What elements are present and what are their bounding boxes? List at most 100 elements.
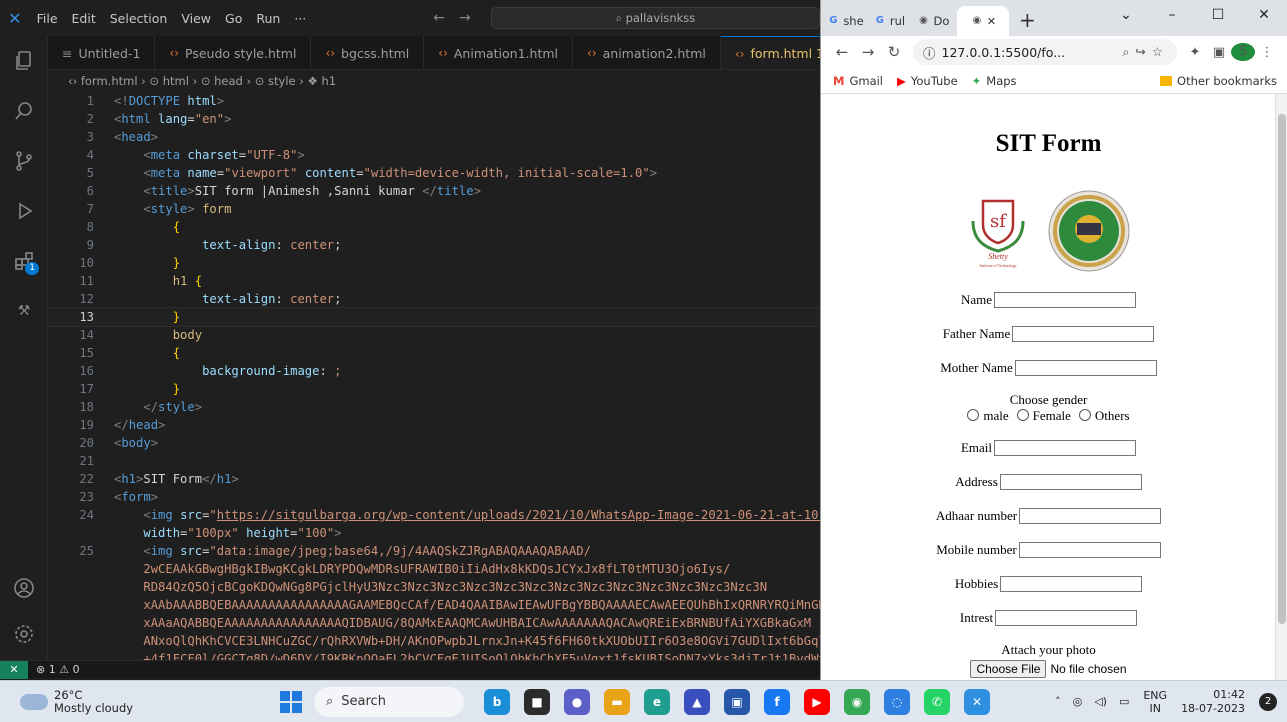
- menu-item[interactable]: Edit: [65, 11, 103, 26]
- father-name-input[interactable]: [1012, 326, 1155, 342]
- page-scrollbar[interactable]: [1275, 94, 1287, 680]
- choose-file-button[interactable]: Choose File: [970, 660, 1047, 678]
- taskview-app-icon[interactable]: ■: [524, 688, 550, 715]
- menu-item[interactable]: Run: [249, 11, 287, 26]
- code-line: 7 <style> form: [48, 200, 820, 218]
- source-control-icon[interactable]: [0, 136, 48, 186]
- code-line: 10 }: [48, 254, 820, 272]
- email-input[interactable]: [994, 440, 1137, 456]
- mother-name-input[interactable]: [1014, 360, 1157, 376]
- copilot-app-icon[interactable]: ◌: [884, 688, 910, 715]
- browser-tab[interactable]: ◉ Do: [913, 6, 953, 36]
- scrollbar-thumb[interactable]: [1278, 114, 1286, 624]
- bookmark-item[interactable]: ✦ Maps: [972, 74, 1017, 88]
- menu-item[interactable]: Selection: [103, 11, 175, 26]
- tab-search-icon[interactable]: ⌄: [1103, 7, 1149, 23]
- problems-indicator[interactable]: ⊗ 1 ⚠ 0: [28, 663, 80, 676]
- gender-radio-others[interactable]: Others: [1079, 408, 1130, 424]
- back-arrow-icon[interactable]: ←: [829, 43, 855, 61]
- close-tab-icon[interactable]: ✕: [987, 15, 996, 28]
- hobbies-input[interactable]: [1000, 576, 1143, 592]
- other-bookmarks[interactable]: Other bookmarks: [1160, 74, 1277, 88]
- explorer-app-icon[interactable]: ▬: [604, 688, 630, 715]
- extensions-puzzle-icon[interactable]: ✦: [1183, 45, 1207, 60]
- code-line: 6 <title>SIT form |Animesh ,Sanni kumar …: [48, 182, 820, 200]
- vscode-app-icon[interactable]: ✕: [964, 688, 990, 715]
- show-hidden-icon[interactable]: ˄: [1055, 695, 1061, 708]
- explorer-icon[interactable]: [0, 36, 48, 86]
- new-tab-button[interactable]: +: [1019, 6, 1036, 36]
- name-input[interactable]: [994, 292, 1137, 308]
- adhaar-number-input[interactable]: [1019, 508, 1162, 524]
- editor-tab[interactable]: ≡ Untitled-1: [48, 36, 156, 69]
- browser-tab[interactable]: ◉ ✕: [957, 6, 1009, 36]
- browser-tab[interactable]: Gshe: [825, 6, 865, 36]
- menu-item[interactable]: File: [30, 11, 65, 26]
- maximize-icon[interactable]: ☐: [1195, 7, 1241, 23]
- address-input[interactable]: [999, 474, 1142, 490]
- notification-badge[interactable]: 2: [1259, 692, 1277, 711]
- edge-app-icon[interactable]: e: [644, 688, 670, 715]
- menu-kebab-icon[interactable]: ⋮: [1255, 45, 1279, 60]
- battery-icon[interactable]: ▭: [1119, 695, 1129, 708]
- editor-tab[interactable]: ‹› Pseudo style.html: [155, 36, 312, 69]
- command-center-search[interactable]: ⌕ pallavisnkss: [490, 7, 820, 29]
- mobile-number-input[interactable]: [1018, 542, 1161, 558]
- form-fields-bottom: Email Address Adhaar number Mobile number Ho…: [821, 438, 1276, 628]
- facebook-app-icon[interactable]: f: [764, 688, 790, 715]
- reload-icon[interactable]: ↻: [881, 43, 907, 61]
- sit-logo-subtext: Institute of Technology: [979, 263, 1016, 268]
- editor-tab[interactable]: ‹› bgcss.html: [311, 36, 425, 69]
- language-indicator[interactable]: ENG IN: [1143, 689, 1167, 715]
- remote-indicator[interactable]: ✕: [0, 660, 28, 679]
- code-editor[interactable]: 1 <!DOCTYPE html> 2 <html lang="en"> 3 <head>…: [48, 92, 820, 660]
- breadcrumb[interactable]: ‹› form.html › ⊙ html › ⊙ head › ⊙ style…: [48, 70, 820, 92]
- settings-gear-icon[interactable]: [0, 614, 48, 654]
- side-panel-icon[interactable]: ▣: [1207, 45, 1231, 60]
- gender-radio-female[interactable]: Female: [1017, 408, 1071, 424]
- address-bar[interactable]: ⓘ 127.0.0.1:5500/fo... ⌕↪☆: [913, 39, 1177, 65]
- volume-icon[interactable]: ◁): [1094, 695, 1107, 708]
- menu-item[interactable]: View: [174, 11, 218, 26]
- bookmark-item[interactable]: ▶ YouTube: [897, 74, 958, 88]
- browser-tab[interactable]: Grul: [869, 6, 909, 36]
- profile-avatar[interactable]: S: [1231, 43, 1255, 61]
- remote-explorer-icon[interactable]: ⚒: [0, 286, 48, 336]
- clock[interactable]: 01:42 18-07-2023: [1181, 688, 1245, 716]
- weather-widget[interactable]: 26°C Mostly cloudy: [0, 688, 280, 715]
- nav-arrows[interactable]: ←→: [433, 10, 484, 26]
- minimize-icon[interactable]: –: [1149, 7, 1195, 23]
- menu-item[interactable]: Go: [218, 11, 249, 26]
- chrome-app-icon[interactable]: ◉: [844, 688, 870, 715]
- whatsapp-app-icon[interactable]: ✆: [924, 688, 950, 715]
- search-icon[interactable]: [0, 86, 48, 136]
- editor-tab[interactable]: ‹› animation2.html: [573, 36, 721, 69]
- field-label: Mother Name: [940, 360, 1013, 375]
- extensions-icon[interactable]: 1: [0, 236, 48, 286]
- forward-arrow-icon[interactable]: →: [855, 43, 881, 61]
- close-icon[interactable]: ✕: [1241, 7, 1287, 23]
- chat-app-icon[interactable]: ●: [564, 688, 590, 715]
- tab-label: Animation1.html: [453, 45, 559, 61]
- wifi-icon[interactable]: ◎: [1073, 695, 1083, 708]
- gender-radio-male[interactable]: male: [967, 408, 1008, 424]
- youtube-app-icon[interactable]: ▶: [804, 688, 830, 715]
- windows-start-icon[interactable]: [280, 690, 302, 713]
- account-icon[interactable]: [0, 568, 48, 608]
- taskbar-search[interactable]: ⌕ Search: [314, 686, 464, 717]
- editor-tab[interactable]: ‹› Animation1.html: [424, 36, 574, 69]
- site-info-icon[interactable]: ⓘ: [923, 43, 936, 62]
- bookmark-item[interactable]: M Gmail: [833, 74, 883, 88]
- omnibox-actions[interactable]: ⌕↪☆: [1122, 44, 1177, 60]
- browser-tab-label: she: [843, 14, 864, 28]
- editor-tab[interactable]: ‹› form.html 1: [720, 36, 820, 69]
- run-debug-icon[interactable]: [0, 186, 48, 236]
- menu-item[interactable]: ···: [287, 11, 313, 26]
- photos-app-icon[interactable]: ▲: [684, 688, 710, 715]
- line-code: xAAaAQABBQEAAAAAAAAAAAAAAAAQIDBAUG/8QAMx…: [143, 616, 812, 630]
- store-app-icon[interactable]: ▣: [724, 688, 750, 715]
- intrest-input[interactable]: [995, 610, 1138, 626]
- line-code: <meta charset="UTF-8">: [143, 148, 305, 162]
- bing-app-icon[interactable]: b: [484, 688, 510, 715]
- field-label: Mobile number: [936, 542, 1017, 557]
